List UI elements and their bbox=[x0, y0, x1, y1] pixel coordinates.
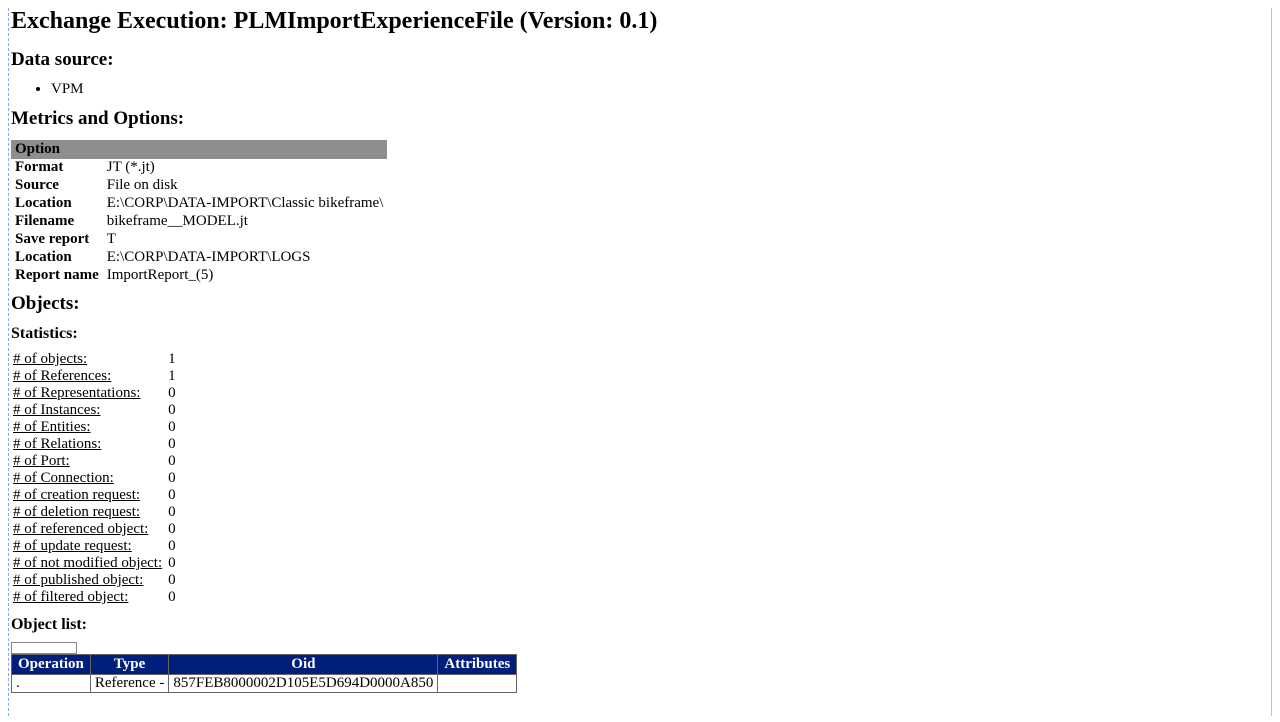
option-label: Report name bbox=[11, 267, 103, 285]
data-source-item: VPM bbox=[51, 81, 1271, 98]
option-value: T bbox=[103, 231, 388, 249]
stat-row: # of Connection:0 bbox=[11, 470, 180, 487]
stat-value: 0 bbox=[166, 402, 180, 419]
stat-label: # of update request: bbox=[11, 538, 166, 555]
stat-label: # of filtered object: bbox=[11, 589, 166, 606]
statistics-heading: Statistics: bbox=[11, 325, 1271, 343]
stat-value: 0 bbox=[166, 538, 180, 555]
stat-value: 0 bbox=[166, 487, 180, 504]
options-row: Filename bikeframe__MODEL.jt bbox=[11, 213, 387, 231]
stat-value: 0 bbox=[166, 555, 180, 572]
stat-value: 0 bbox=[166, 419, 180, 436]
options-row: Report name ImportReport_(5) bbox=[11, 267, 387, 285]
option-value: bikeframe__MODEL.jt bbox=[103, 213, 388, 231]
option-label: Format bbox=[11, 159, 103, 177]
stat-value: 0 bbox=[166, 504, 180, 521]
stat-row: # of update request:0 bbox=[11, 538, 180, 555]
objectlist-spacer bbox=[11, 642, 77, 654]
stat-row: # of creation request:0 bbox=[11, 487, 180, 504]
objectlist-heading: Object list: bbox=[11, 616, 1271, 634]
objectlist-cell-operation: . bbox=[12, 675, 91, 693]
options-row: Location E:\CORP\DATA-IMPORT\Classic bik… bbox=[11, 195, 387, 213]
stat-label: # of not modified object: bbox=[11, 555, 166, 572]
objectlist-header-oid: Oid bbox=[169, 655, 438, 675]
options-row: Save report T bbox=[11, 231, 387, 249]
options-row: Source File on disk bbox=[11, 177, 387, 195]
objectlist-cell-oid: 857FEB8000002D105E5D694D0000A850 bbox=[169, 675, 438, 693]
stat-label: # of objects: bbox=[11, 351, 166, 368]
objects-heading: Objects: bbox=[11, 293, 1271, 315]
stat-row: # of objects:1 bbox=[11, 351, 180, 368]
option-value: JT (*.jt) bbox=[103, 159, 388, 177]
options-row: Location E:\CORP\DATA-IMPORT\LOGS bbox=[11, 249, 387, 267]
option-value: ImportReport_(5) bbox=[103, 267, 388, 285]
objectlist-header-type: Type bbox=[90, 655, 169, 675]
stat-value: 0 bbox=[166, 453, 180, 470]
objectlist-row: . Reference - 857FEB8000002D105E5D694D00… bbox=[12, 675, 517, 693]
stat-value: 0 bbox=[166, 589, 180, 606]
option-label: Source bbox=[11, 177, 103, 195]
objectlist-table: Operation Type Oid Attributes . Referenc… bbox=[11, 654, 517, 693]
stat-label: # of referenced object: bbox=[11, 521, 166, 538]
objectlist-cell-type: Reference - bbox=[90, 675, 169, 693]
objectlist-header-attributes: Attributes bbox=[438, 655, 517, 675]
stat-label: # of Representations: bbox=[11, 385, 166, 402]
stat-value: 1 bbox=[166, 351, 180, 368]
options-table: Option Format JT (*.jt) Source File on d… bbox=[11, 140, 387, 285]
option-value: E:\CORP\DATA-IMPORT\LOGS bbox=[103, 249, 388, 267]
data-source-list: VPM bbox=[11, 81, 1271, 98]
stat-label: # of Port: bbox=[11, 453, 166, 470]
stat-label: # of deletion request: bbox=[11, 504, 166, 521]
stat-value: 1 bbox=[166, 368, 180, 385]
option-value: File on disk bbox=[103, 177, 388, 195]
stat-value: 0 bbox=[166, 572, 180, 589]
data-source-heading: Data source: bbox=[11, 49, 1271, 71]
stat-row: # of deletion request:0 bbox=[11, 504, 180, 521]
stat-row: # of Entities:0 bbox=[11, 419, 180, 436]
stat-row: # of not modified object:0 bbox=[11, 555, 180, 572]
options-row: Format JT (*.jt) bbox=[11, 159, 387, 177]
option-value: E:\CORP\DATA-IMPORT\Classic bikeframe\ bbox=[103, 195, 388, 213]
option-label: Location bbox=[11, 195, 103, 213]
stat-row: # of References:1 bbox=[11, 368, 180, 385]
stat-value: 0 bbox=[166, 521, 180, 538]
stat-label: # of Connection: bbox=[11, 470, 166, 487]
options-header: Option bbox=[11, 140, 387, 159]
stat-row: # of published object:0 bbox=[11, 572, 180, 589]
stat-row: # of referenced object:0 bbox=[11, 521, 180, 538]
stat-value: 0 bbox=[166, 470, 180, 487]
stat-label: # of creation request: bbox=[11, 487, 166, 504]
objectlist-cell-attributes bbox=[438, 675, 517, 693]
objectlist-header-operation: Operation bbox=[12, 655, 91, 675]
stat-label: # of published object: bbox=[11, 572, 166, 589]
option-label: Filename bbox=[11, 213, 103, 231]
stat-value: 0 bbox=[166, 436, 180, 453]
stat-row: # of filtered object:0 bbox=[11, 589, 180, 606]
stat-row: # of Relations:0 bbox=[11, 436, 180, 453]
option-label: Location bbox=[11, 249, 103, 267]
stat-value: 0 bbox=[166, 385, 180, 402]
option-label: Save report bbox=[11, 231, 103, 249]
stat-label: # of References: bbox=[11, 368, 166, 385]
statistics-table: # of objects:1 # of References:1 # of Re… bbox=[11, 351, 180, 606]
stat-row: # of Representations:0 bbox=[11, 385, 180, 402]
stat-row: # of Port:0 bbox=[11, 453, 180, 470]
stat-label: # of Relations: bbox=[11, 436, 166, 453]
stat-label: # of Instances: bbox=[11, 402, 166, 419]
metrics-heading: Metrics and Options: bbox=[11, 108, 1271, 130]
stat-row: # of Instances:0 bbox=[11, 402, 180, 419]
page-title: Exchange Execution: PLMImportExperienceF… bbox=[11, 8, 1271, 35]
stat-label: # of Entities: bbox=[11, 419, 166, 436]
